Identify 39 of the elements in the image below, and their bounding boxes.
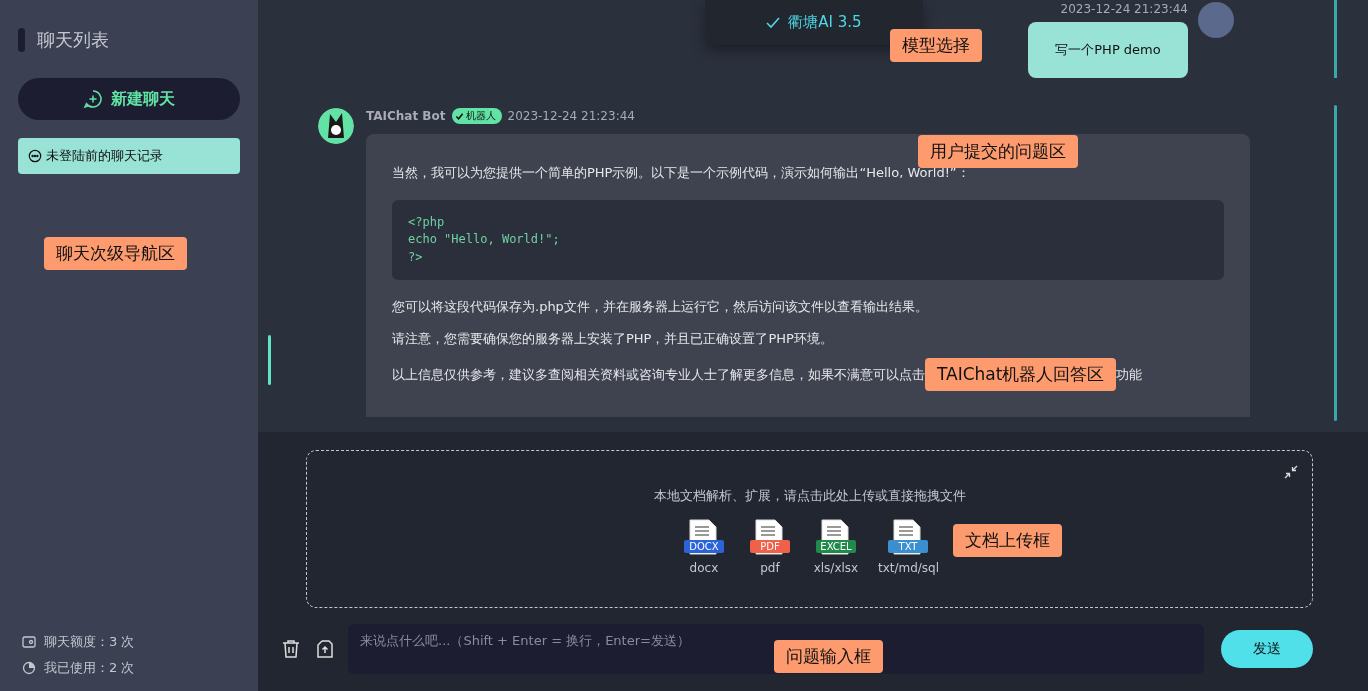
quota-text: 我已使用：2 次 — [44, 659, 135, 677]
user-avatar — [1198, 2, 1234, 38]
model-option[interactable]: 衢塘AI 3.5 — [760, 12, 868, 33]
annotation-label: 问题输入框 — [774, 640, 883, 673]
pie-chart-icon — [22, 661, 36, 675]
annotation-label: TAIChat机器人回答区 — [925, 358, 1117, 392]
quota-text: 聊天额度：3 次 — [44, 633, 135, 651]
answer-paragraph: 您可以将这段代码保存为.php文件，并在服务器上运行它，然后访问该文件以查看输出结果。 — [392, 298, 929, 317]
title-accent-bar — [18, 28, 25, 52]
bot-avatar-icon — [318, 108, 354, 144]
file-type-label: xls/xlsx — [813, 561, 859, 575]
answer-paragraph-end: 功能 — [1116, 365, 1143, 384]
collapse-icon[interactable] — [1284, 465, 1298, 479]
sidebar-title: 聊天列表 — [37, 28, 109, 52]
message-time: 2023-12-24 21:23:44 — [507, 109, 635, 123]
message-time: 2023-12-24 21:23:44 — [1060, 2, 1188, 16]
wallet-icon — [22, 635, 36, 649]
chat-plus-icon — [83, 89, 103, 109]
bot-name: TAIChat Bot — [366, 109, 446, 123]
user-message-bubble: 写一个PHP demo — [1028, 22, 1188, 78]
annotation-label: 模型选择 — [890, 29, 982, 62]
check-icon — [766, 16, 781, 29]
trash-icon[interactable] — [280, 637, 302, 661]
answer-paragraph: 以上信息仅供参考，建议多查阅相关资料或咨询专业人士了解更多信息，如果不满意可以点击 — [392, 365, 925, 384]
chat-bubble-icon — [28, 149, 42, 163]
annotation-label: 用户提交的问题区 — [918, 135, 1078, 168]
send-button[interactable]: 发送 — [1221, 630, 1313, 668]
code-block: <?php echo "Hello, World!"; ?> — [392, 200, 1224, 281]
annotation-label: 文档上传框 — [953, 524, 1062, 557]
chat-history-item[interactable]: 未登陆前的聊天记录 — [18, 138, 240, 174]
bot-badge: 机器人 — [451, 108, 502, 124]
new-chat-button[interactable]: 新建聊天 — [18, 78, 240, 120]
file-upload-icon[interactable] — [314, 637, 336, 661]
file-type-label: docx — [689, 561, 719, 575]
file-type-label: pdf — [760, 561, 780, 575]
answer-paragraph: 请注意，您需要确保您的服务器上安装了PHP，并且已正确设置了PHP环境。 — [392, 330, 834, 349]
file-type-label: txt/md/sql — [877, 561, 940, 575]
upload-hint: 本地文档解析、扩展，请点击此处上传或直接拖拽文件 — [653, 487, 966, 505]
annotation-label: 聊天次级导航区 — [44, 237, 187, 270]
